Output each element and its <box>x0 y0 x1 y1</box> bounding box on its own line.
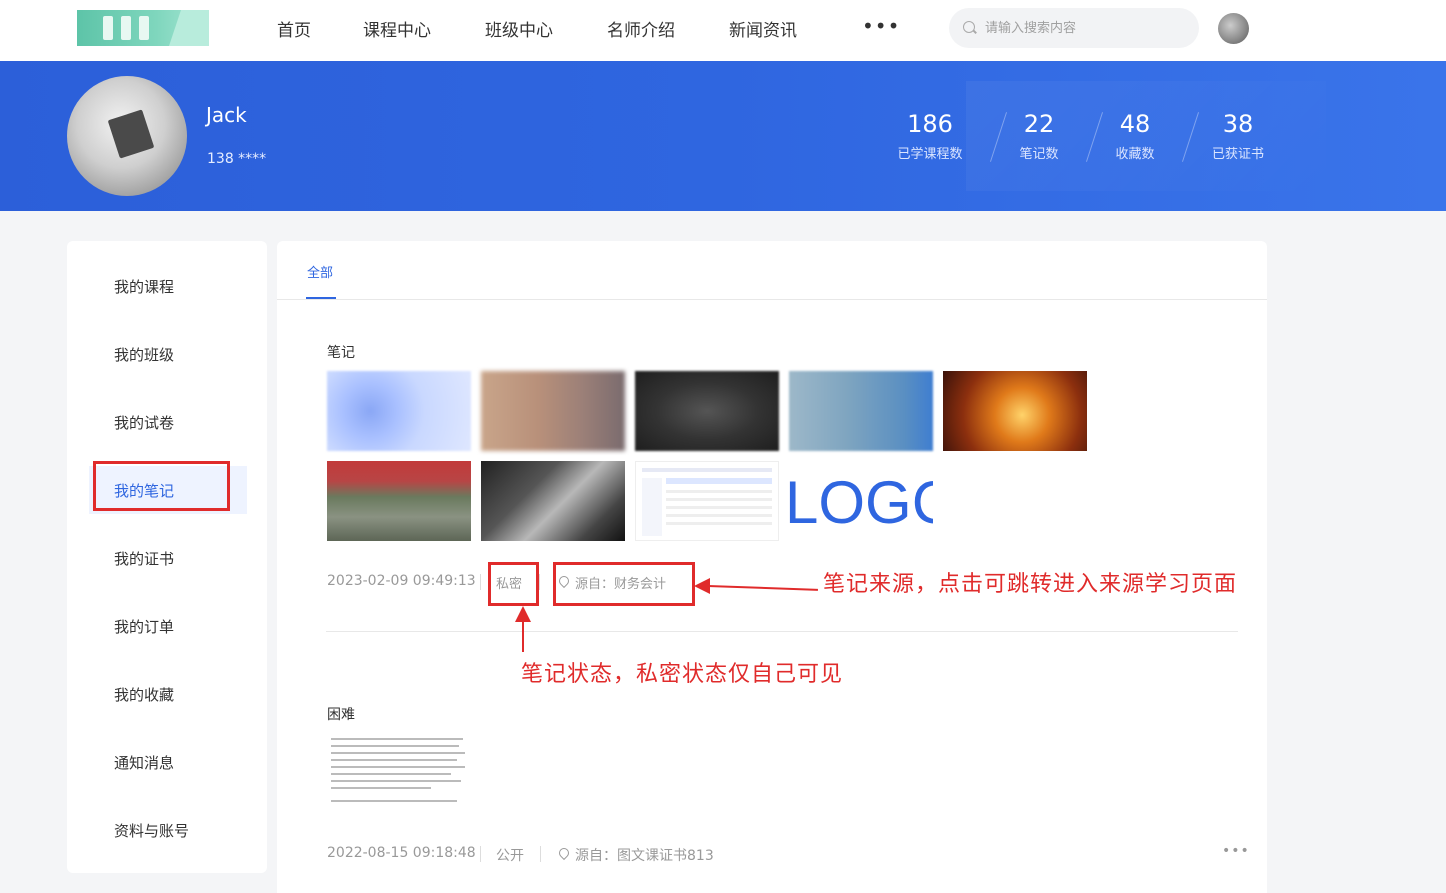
sidebar-item-notifications[interactable]: 通知消息 <box>67 738 267 786</box>
stat-label: 已学课程数 <box>897 147 963 162</box>
note-divider <box>326 631 1238 632</box>
stat-courses[interactable]: 186 已学课程数 <box>890 109 970 162</box>
note-more-icon[interactable]: ••• <box>1222 843 1250 859</box>
location-pin-icon <box>556 845 572 861</box>
nav-class-center[interactable]: 班级中心 <box>485 16 553 41</box>
logo-text: LOGC <box>789 469 933 536</box>
avatar-image-detail <box>107 109 155 159</box>
note-image-blurred[interactable] <box>481 371 625 451</box>
sidebar-item-label: 我的证书 <box>114 550 175 568</box>
stat-certificates[interactable]: 38 已获证书 <box>1203 109 1273 162</box>
search-icon <box>963 21 975 33</box>
nav-teachers[interactable]: 名师介绍 <box>607 16 675 41</box>
sidebar-item-my-favorites[interactable]: 我的收藏 <box>67 670 267 718</box>
stat-value: 38 <box>1222 110 1254 138</box>
annotation-status-text: 笔记状态，私密状态仅自己可见 <box>521 662 844 687</box>
search-input[interactable] <box>985 8 1185 48</box>
note-image-logo[interactable]: LOGC <box>789 461 933 541</box>
note-time: 2023-02-09 09:49:13 <box>327 573 476 589</box>
note-image-sunset[interactable] <box>943 371 1087 451</box>
stat-notes[interactable]: 22 笔记数 <box>1004 109 1074 162</box>
sidebar-menu: 我的课程 我的班级 我的试卷 我的笔记 我的证书 我的订单 我的收藏 通知消息 … <box>67 241 267 873</box>
note-title[interactable]: 笔记 <box>327 342 355 362</box>
stat-value: 186 <box>907 110 953 138</box>
annotation-arrow-head <box>515 606 531 622</box>
stat-label: 收藏数 <box>1115 147 1155 162</box>
note-status: 公开 <box>496 848 524 864</box>
sidebar-item-label: 我的收藏 <box>114 686 175 704</box>
meta-divider <box>480 846 481 862</box>
stat-label: 已获证书 <box>1211 147 1264 162</box>
stat-label: 笔记数 <box>1019 147 1059 162</box>
tab-bar: 全部 <box>277 241 1267 300</box>
nav-course-center[interactable]: 课程中心 <box>363 16 431 41</box>
note-source-link[interactable]: 源自：图文课证书813 <box>575 845 714 865</box>
logo-bar <box>103 16 113 40</box>
profile-banner: Jack 138 **** 186 已学课程数 22 笔记数 48 收藏数 38… <box>0 61 1446 211</box>
note-image-blurred[interactable] <box>327 371 471 451</box>
sidebar-item-label: 我的试卷 <box>114 414 175 432</box>
nav-home[interactable]: 首页 <box>277 16 311 41</box>
meta-divider <box>539 574 540 590</box>
annotation-arrow-head <box>694 578 710 594</box>
note-image-blurred[interactable] <box>635 371 779 451</box>
stat-value: 48 <box>1119 110 1151 138</box>
sidebar-item-label: 我的订单 <box>114 618 175 636</box>
sidebar-item-account[interactable]: 资料与账号 <box>67 806 267 854</box>
annotation-source-text: 笔记来源，点击可跳转进入来源学习页面 <box>823 572 1238 597</box>
nav-more-icon[interactable]: ••• <box>862 14 900 38</box>
nav-news[interactable]: 新闻资讯 <box>729 16 797 41</box>
user-avatar[interactable] <box>1218 13 1249 44</box>
logo-bar <box>139 16 149 40</box>
stat-value: 22 <box>1023 110 1055 138</box>
note-time: 2022-08-15 09:18:48 <box>327 845 476 861</box>
highlight-box-source <box>553 562 695 606</box>
logo-slant <box>169 10 209 46</box>
annotation-arrow-line <box>522 620 524 652</box>
sidebar-item-my-orders[interactable]: 我的订单 <box>67 602 267 650</box>
note-image-document[interactable] <box>327 734 469 814</box>
meta-divider <box>540 846 541 862</box>
sidebar-item-label: 资料与账号 <box>114 822 190 840</box>
highlight-box-status <box>488 562 539 606</box>
tab-active-indicator <box>306 297 336 299</box>
sidebar-item-my-classes[interactable]: 我的班级 <box>67 330 267 378</box>
note-image-screenshot[interactable] <box>635 461 779 541</box>
logo-bar <box>121 16 131 40</box>
sidebar-item-label: 我的课程 <box>114 278 175 296</box>
note-title[interactable]: 困难 <box>327 704 355 724</box>
note-image-blurred[interactable] <box>789 371 933 451</box>
top-nav-bar: 首页 课程中心 班级中心 名师介绍 新闻资讯 ••• <box>0 0 1446 61</box>
profile-username: Jack <box>206 103 247 127</box>
sidebar-item-my-exams[interactable]: 我的试卷 <box>67 398 267 446</box>
sidebar-item-label: 通知消息 <box>114 754 175 772</box>
tab-all[interactable]: 全部 <box>307 262 333 281</box>
site-logo[interactable] <box>77 10 209 46</box>
profile-phone: 138 **** <box>207 151 267 167</box>
sidebar-item-my-certificates[interactable]: 我的证书 <box>67 534 267 582</box>
note-image-laptop[interactable] <box>481 461 625 541</box>
meta-divider <box>480 574 481 590</box>
search-box[interactable] <box>949 8 1199 48</box>
highlight-box-my-notes <box>93 461 230 511</box>
sidebar-item-my-courses[interactable]: 我的课程 <box>67 262 267 310</box>
stat-favorites[interactable]: 48 收藏数 <box>1100 109 1170 162</box>
note-image-cactus[interactable] <box>327 461 471 541</box>
sidebar-item-label: 我的班级 <box>114 346 175 364</box>
profile-avatar <box>67 76 187 196</box>
